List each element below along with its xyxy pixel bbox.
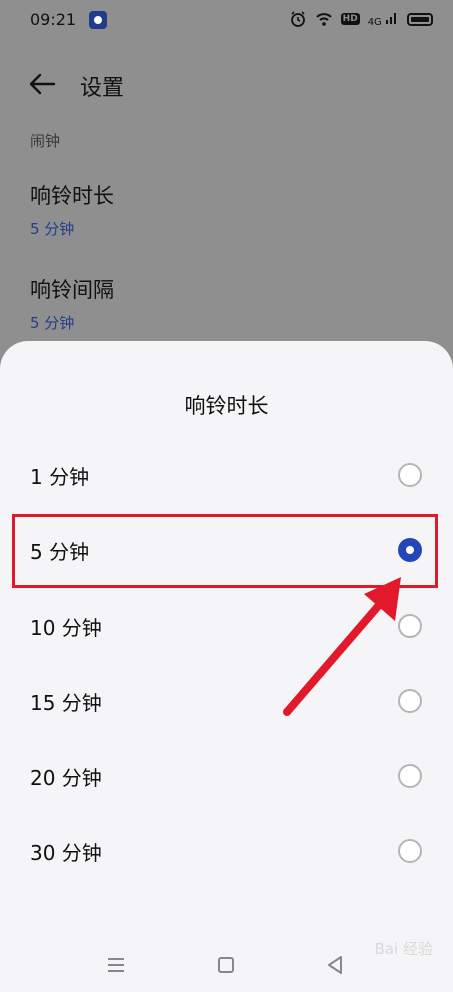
baidu-app-icon [89,11,107,29]
option-10-minutes[interactable]: 10 分钟 [0,590,453,664]
option-label: 10 分钟 [30,616,102,640]
wifi-icon [315,13,332,26]
status-icons: HD 4G [289,10,433,28]
option-label: 1 分钟 [30,465,90,489]
option-label: 30 分钟 [30,841,102,865]
setting-title: 响铃时长 [30,184,114,208]
setting-value: 5 分钟 [30,314,75,332]
option-30-minutes[interactable]: 30 分钟 [0,815,453,889]
network-type-label: 4G [367,16,382,28]
section-label-alarm: 闹钟 [30,132,61,150]
menu-icon[interactable] [107,956,125,974]
radio-button[interactable] [398,463,422,487]
battery-icon [407,12,433,26]
setting-ring-interval[interactable]: 响铃间隔 5 分钟 [30,274,430,333]
page-title: 设置 [80,76,125,101]
radio-button[interactable] [398,764,422,788]
setting-value: 5 分钟 [30,220,75,238]
alarm-icon [290,11,305,27]
radio-button[interactable] [398,614,422,638]
status-bar: 09:21 HD 4G [0,0,453,42]
hd-icon: HD [340,13,360,25]
option-20-minutes[interactable]: 20 分钟 [0,740,453,814]
home-icon[interactable] [218,957,234,973]
status-time: 09:21 [30,10,77,29]
radio-button[interactable] [398,689,422,713]
cellular-signal-icon: 4G [368,11,399,28]
ring-duration-sheet: 响铃时长 1 分钟 5 分钟 10 分钟 15 分钟 20 分钟 30 分钟 [0,341,453,992]
setting-title: 响铃间隔 [30,278,114,302]
back-arrow-icon[interactable] [28,72,56,96]
signal-bars-icon [386,12,396,24]
setting-ring-duration[interactable]: 响铃时长 5 分钟 [30,180,430,239]
nav-back-icon[interactable] [326,955,344,975]
option-15-minutes[interactable]: 15 分钟 [0,665,453,739]
radio-button[interactable] [398,839,422,863]
sheet-title: 响铃时长 [184,394,269,418]
highlight-box [12,514,438,588]
option-label: 20 分钟 [30,766,102,790]
settings-header: 设置 [0,62,453,106]
watermark: Bai 经验 [374,940,433,958]
option-label: 15 分钟 [30,691,102,715]
option-1-minute[interactable]: 1 分钟 [0,439,453,513]
